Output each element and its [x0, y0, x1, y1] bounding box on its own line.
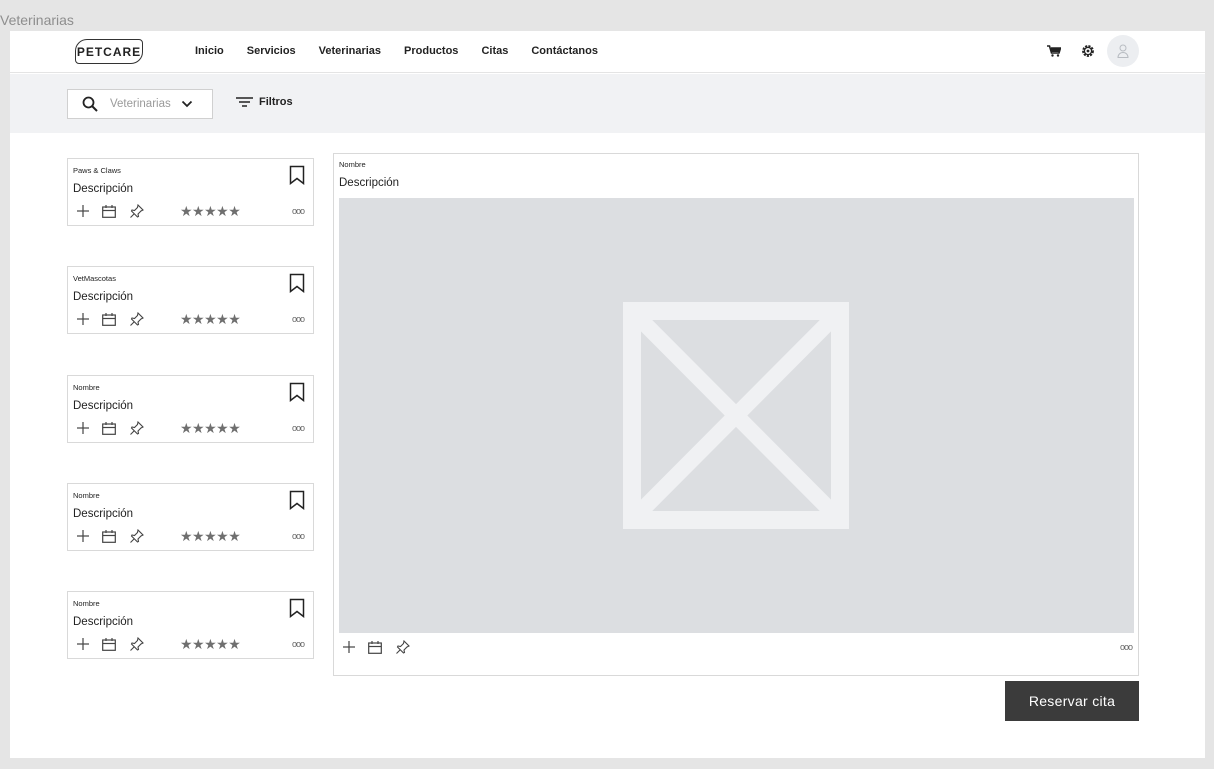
- bookmark-icon[interactable]: [289, 490, 305, 510]
- card-name: Paws & Claws: [73, 166, 121, 175]
- clinic-card[interactable]: Nombre Descripción ★★★★★ ooo: [67, 483, 314, 551]
- calendar-icon[interactable]: [102, 312, 116, 326]
- user-icon: [1117, 44, 1129, 58]
- user-avatar[interactable]: [1107, 35, 1139, 67]
- add-icon[interactable]: [77, 422, 89, 434]
- bookmark-icon[interactable]: [289, 273, 305, 293]
- more-options-icon[interactable]: ooo: [292, 531, 305, 541]
- card-actions: [77, 421, 144, 435]
- detail-description: Descripción: [339, 177, 400, 189]
- nav-links: Inicio Servicios Veterinarias Productos …: [195, 45, 621, 57]
- cart-icon[interactable]: [1047, 45, 1061, 57]
- add-icon[interactable]: [77, 205, 89, 217]
- more-options-icon[interactable]: ooo: [292, 639, 305, 649]
- filter-icon: [236, 97, 253, 107]
- card-description: Descripción: [73, 291, 134, 303]
- pin-icon[interactable]: [396, 640, 410, 654]
- card-name: Nombre: [73, 491, 100, 500]
- more-options-icon[interactable]: ooo: [1120, 642, 1133, 652]
- rating-stars: ★★★★★: [180, 311, 241, 327]
- rating-stars: ★★★★★: [180, 203, 241, 219]
- card-description: Descripción: [73, 616, 134, 628]
- petcare-logo[interactable]: PETCARE: [75, 39, 143, 64]
- card-name: Nombre: [73, 383, 100, 392]
- filters-button[interactable]: Filtros: [236, 96, 293, 108]
- chevron-down-icon: [181, 100, 192, 108]
- rating-stars: ★★★★★: [180, 636, 241, 652]
- search-icon: [82, 96, 98, 112]
- add-icon[interactable]: [343, 641, 355, 653]
- card-description: Descripción: [73, 508, 134, 520]
- card-description: Descripción: [73, 183, 134, 195]
- calendar-icon[interactable]: [102, 421, 116, 435]
- navbar: PETCARE Inicio Servicios Veterinarias Pr…: [10, 31, 1205, 73]
- clinic-card[interactable]: Nombre Descripción ★★★★★ ooo: [67, 375, 314, 443]
- card-actions: [77, 312, 144, 326]
- gear-icon[interactable]: [1081, 44, 1095, 58]
- pin-icon[interactable]: [130, 421, 144, 435]
- bookmark-icon[interactable]: [289, 598, 305, 618]
- add-icon[interactable]: [77, 638, 89, 650]
- nav-link-inicio[interactable]: Inicio: [195, 45, 224, 57]
- pin-icon[interactable]: [130, 204, 144, 218]
- pin-icon[interactable]: [130, 637, 144, 651]
- rating-stars: ★★★★★: [180, 528, 241, 544]
- search-select[interactable]: Veterinarias: [67, 89, 213, 119]
- nav-link-servicios[interactable]: Servicios: [247, 45, 296, 57]
- filter-bar: Veterinarias Filtros: [10, 74, 1205, 133]
- frame-title: Veterinarias: [0, 12, 74, 28]
- clinic-card[interactable]: Paws & Claws Descripción ★★★★★ ooo: [67, 158, 314, 226]
- detail-actions: [343, 640, 410, 654]
- nav-icons: [1047, 35, 1139, 67]
- nav-link-contactanos[interactable]: Contáctanos: [531, 45, 598, 57]
- more-options-icon[interactable]: ooo: [292, 423, 305, 433]
- card-name: VetMascotas: [73, 274, 116, 283]
- app-frame: PETCARE Inicio Servicios Veterinarias Pr…: [10, 31, 1205, 758]
- image-placeholder-icon: [623, 302, 849, 529]
- nav-link-citas[interactable]: Citas: [481, 45, 508, 57]
- rating-stars: ★★★★★: [180, 420, 241, 436]
- calendar-icon[interactable]: [368, 640, 382, 654]
- card-actions: [77, 637, 144, 651]
- detail-panel: Nombre Descripción ooo: [333, 153, 1139, 676]
- clinic-card[interactable]: Nombre Descripción ★★★★★ ooo: [67, 591, 314, 659]
- filters-label: Filtros: [259, 96, 293, 108]
- nav-link-veterinarias[interactable]: Veterinarias: [319, 45, 381, 57]
- calendar-icon[interactable]: [102, 204, 116, 218]
- bookmark-icon[interactable]: [289, 165, 305, 185]
- reserve-appointment-button[interactable]: Reservar cita: [1005, 681, 1139, 721]
- card-name: Nombre: [73, 599, 100, 608]
- search-select-value: Veterinarias: [110, 98, 171, 110]
- pin-icon[interactable]: [130, 529, 144, 543]
- card-actions: [77, 529, 144, 543]
- more-options-icon[interactable]: ooo: [292, 206, 305, 216]
- image-placeholder: [339, 198, 1134, 633]
- calendar-icon[interactable]: [102, 529, 116, 543]
- card-description: Descripción: [73, 400, 134, 412]
- add-icon[interactable]: [77, 530, 89, 542]
- add-icon[interactable]: [77, 313, 89, 325]
- nav-link-productos[interactable]: Productos: [404, 45, 458, 57]
- detail-name: Nombre: [339, 160, 366, 169]
- calendar-icon[interactable]: [102, 637, 116, 651]
- more-options-icon[interactable]: ooo: [292, 314, 305, 324]
- pin-icon[interactable]: [130, 312, 144, 326]
- clinic-card[interactable]: VetMascotas Descripción ★★★★★ ooo: [67, 266, 314, 334]
- bookmark-icon[interactable]: [289, 382, 305, 402]
- card-actions: [77, 204, 144, 218]
